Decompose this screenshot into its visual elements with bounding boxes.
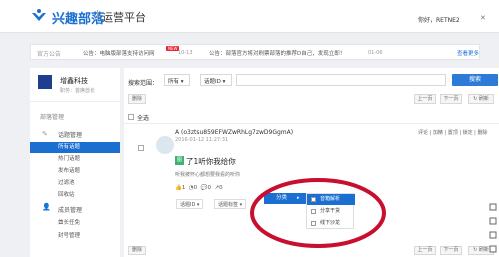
topic-tag-select[interactable]: 话题标签 ▾	[214, 199, 247, 209]
sidebar-section-tribe[interactable]: 部落管理	[30, 112, 120, 124]
platform-subtitle: 运营平台	[102, 11, 146, 24]
sidebar-item-publish-topic[interactable]: 发布话题	[30, 166, 120, 177]
like-icon[interactable]: 👍	[175, 185, 182, 191]
notice-label: 官方公告	[37, 51, 62, 58]
avatar	[156, 136, 174, 154]
topic-id-select[interactable]: 话题ID ▾	[176, 199, 204, 209]
refresh-label: 刷新	[478, 96, 489, 102]
notice-date-2: 01-06	[368, 50, 383, 56]
scope-select[interactable]: 所有 ▾	[164, 74, 190, 86]
sidebar-section-members[interactable]: 成员管理	[30, 205, 120, 217]
field-select-value: 话题ID	[204, 79, 221, 85]
post-title[interactable]: 了1听你我给你	[186, 156, 236, 167]
chevron-down-icon: ▾	[222, 79, 226, 85]
scroll-panel-icon	[489, 203, 497, 253]
company-logo	[38, 75, 52, 89]
post-author[interactable]: A (o3ztsu859EFWZwRhLg7zwD9GgmA)	[175, 129, 293, 136]
notice-item-2[interactable]: 公告：部落官方将对刷票部落的推荐D自己，发现立即！	[209, 49, 345, 57]
share-count: 0	[219, 185, 223, 191]
search-input[interactable]	[236, 74, 446, 86]
scope-select-value: 所有	[168, 79, 180, 85]
edit-icon: ✎	[42, 130, 48, 138]
notice-bar: 官方公告 公告：电脑版部落支持访问网 NEW 10-13 公告：部落官方将对刷票…	[30, 44, 480, 60]
next-page-button[interactable]: 下一页	[440, 94, 462, 104]
filter-label: 搜索范围：	[128, 80, 159, 87]
like-count: 1	[181, 185, 186, 191]
delete-button-bottom[interactable]: 删除	[128, 246, 146, 255]
post-body: 听我被怀心都想要我看的听你	[175, 172, 241, 178]
sidebar-item-all-topics[interactable]: 所有话题	[30, 142, 120, 153]
refresh-icon: ↻	[473, 96, 478, 102]
notice-item-1[interactable]: 公告：电脑版部落支持访问网	[83, 49, 155, 57]
next-page-button-bottom[interactable]: 下一页	[440, 246, 462, 255]
select-all-label: 全选	[137, 115, 150, 122]
post-date: 2016-01-12 11:27:31	[175, 137, 229, 143]
chevron-down-icon: ▾	[180, 79, 184, 85]
sidebar-item-filter-pool[interactable]: 过滤池	[30, 178, 120, 189]
user-greeting[interactable]: 你好，RETNE2	[418, 15, 460, 24]
topic-tag-label: 话题标签	[218, 202, 239, 208]
company-role: 职务：首席酋长	[60, 88, 96, 94]
sidebar-item-ban-manage[interactable]: 封号管理	[30, 231, 120, 242]
sidebar-item-recycle-bin[interactable]: 回收站	[30, 190, 120, 201]
comment-icon[interactable]: 💬	[201, 185, 208, 191]
refresh-icon: ↻	[473, 247, 478, 253]
topic-id-label: 话题ID	[180, 202, 196, 208]
post-actions[interactable]: 评论 | 加精 | 置顶 | 锁定 | 删除	[418, 129, 487, 136]
prev-page-button-bottom[interactable]: 上一页	[414, 246, 436, 255]
top-header-bar: 兴趣部落 运营平台 你好，RETNE2 ✕	[0, 0, 499, 33]
logout-icon[interactable]: ✕	[480, 14, 486, 22]
company-name: 增鑫科技	[60, 77, 88, 85]
highlight-ellipse	[250, 178, 386, 248]
refresh-button[interactable]: ↻ 刷新	[468, 94, 494, 104]
view-count: 0	[193, 185, 198, 191]
row-checkbox[interactable]	[138, 145, 144, 151]
delete-button-top[interactable]: 删除	[128, 94, 146, 104]
sidebar-item-chief-appoint[interactable]: 酋长任免	[30, 218, 120, 229]
field-select[interactable]: 话题ID ▾	[200, 74, 232, 86]
company-card: 增鑫科技 职务：首席酋长	[30, 68, 120, 102]
prev-page-button[interactable]: 上一页	[414, 94, 436, 104]
notice-date-1: 10-13	[178, 50, 193, 56]
logo-icon	[32, 9, 46, 21]
sidebar-item-hot-topics[interactable]: 热门话题	[30, 154, 120, 165]
image-tag: 图	[175, 156, 184, 165]
list-header: 全选	[124, 110, 499, 124]
sidebar: 增鑫科技 职务：首席酋长 部落管理 话题管理 ✎ 所有话题 热门话题 发布话题 …	[30, 68, 120, 257]
search-button[interactable]: 搜索	[452, 74, 498, 86]
view-more-link[interactable]: 查看更多	[457, 49, 479, 57]
select-all-checkbox[interactable]	[128, 114, 134, 120]
post-stats: 👍1 ◔0 💬0 ↗0	[175, 185, 223, 191]
logo-divider	[97, 10, 98, 22]
comment-count: 0	[207, 185, 212, 191]
